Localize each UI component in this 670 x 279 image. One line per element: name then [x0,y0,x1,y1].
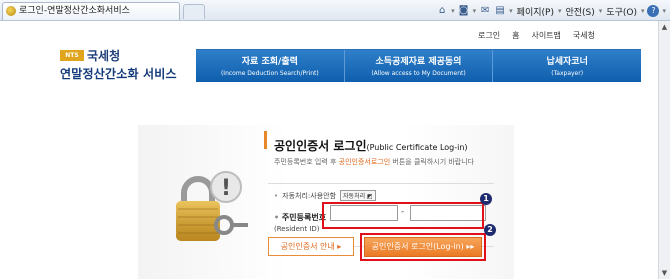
nav-item-sublabel: (Taxpayer) [551,70,584,77]
desc-text: 주민등록번호 입력 후 [274,158,339,166]
logo-service-name: 연말정산간소화 서비스 [60,67,177,81]
scroll-down-icon[interactable]: ▼ [659,267,670,279]
login-title-text: 공인인증서 로그인 [274,139,367,153]
page-content: 로그인 홈 사이트맵 국세청 NTS 국세청 연말정산간소화 서비스 자료 조회… [0,21,658,279]
tab-title: 로그인-연말정산간소화서비스 [19,6,130,16]
resident-id-label: • 주민등록번호 (Resident ID) [274,212,326,235]
nav-item-label: 자료 조회/출력 [241,57,298,67]
auto-process-button[interactable]: 자동처리 ◩ [340,190,376,201]
nav-item-label: 소득공제자료 제공동의 [375,57,462,67]
site-logo[interactable]: NTS 국세청 연말정산간소화 서비스 [60,47,177,82]
auto-process-label: 자동처리:사용안함 [282,191,337,200]
util-link-home[interactable]: 홈 [512,30,519,41]
help-icon[interactable]: ? [647,5,660,17]
site-favicon-icon [6,6,16,16]
browser-window: 로그인-연말정산간소화서비스 ⌂ ▾ ◙ ▾ ✉ ▤ ▾ 페이지(P) ▾ 안전(S) ▾… [0,0,670,279]
util-link-nts[interactable]: 국세청 [573,30,595,41]
svg-text:!: ! [221,176,231,201]
desc-text-end: 버튼을 클릭하시기 바랍니다 [390,158,475,166]
auto-process-button-label: 자동처리 [343,193,366,200]
nav-item-sublabel: (Income Deduction Search/Print) [220,70,319,77]
bullet-icon: • [274,213,280,222]
mail-icon[interactable]: ✉ [479,5,491,17]
vertical-scrollbar[interactable]: ▲ ▼ [658,21,670,279]
title-accent-bar [264,131,267,149]
login-description: 주민등록번호 입력 후 공인인증서로그인 버튼을 클릭하시기 바랍니다 [274,157,474,167]
nav-item-allow-access[interactable]: 소득공제자료 제공동의 (Allow access to My Document… [345,50,494,82]
nts-emblem-icon: NTS [60,50,84,61]
logo-org-name: 국세청 [87,49,121,63]
scroll-up-icon[interactable]: ▲ [659,21,670,33]
browser-toolbar: 로그인-연말정산간소화서비스 ⌂ ▾ ◙ ▾ ✉ ▤ ▾ 페이지(P) ▾ 안전(S) ▾… [0,0,670,21]
new-tab-button[interactable] [183,4,205,19]
main-navigation: 자료 조회/출력 (Income Deduction Search/Print)… [196,49,641,82]
home-icon[interactable]: ⌂ [436,5,448,17]
annotation-badge-2: 2 [484,224,496,236]
page-title: 공인인증서 로그인(Public Certificate Log-in) [274,137,468,154]
annotation-highlight-1 [322,202,484,229]
print-icon[interactable]: ▤ [494,5,506,17]
bullet-icon: • [274,191,279,200]
nav-item-sublabel: (Allow access to My Document) [371,70,466,77]
padlock-warning-icon: ! [176,171,248,241]
nav-item-income-deduction[interactable]: 자료 조회/출력 (Income Deduction Search/Print) [196,50,345,82]
util-link-sitemap[interactable]: 사이트맵 [531,30,560,41]
tools-menu[interactable]: 도구(O) [605,5,638,18]
page-menu[interactable]: 페이지(P) [516,5,555,18]
auto-process-row: • 자동처리:사용안함 자동처리 ◩ [274,190,376,201]
safety-menu[interactable]: 안전(S) [564,5,595,18]
nav-item-label: 납세자코너 [546,57,588,67]
feeds-icon[interactable]: ◙ [458,5,470,17]
nav-item-taxpayer[interactable]: 납세자코너 (Taxpayer) [493,50,641,82]
command-bar: ⌂ ▾ ◙ ▾ ✉ ▤ ▾ 페이지(P) ▾ 안전(S) ▾ 도구(O) ▾ ? ▾ [436,3,666,19]
browser-tab[interactable]: 로그인-연말정산간소화서비스 [2,2,180,20]
utility-links: 로그인 홈 사이트맵 국세청 [478,30,595,41]
resident-id-label-text: 주민등록번호 [281,213,327,222]
certificate-guide-button[interactable]: 공인인증서 안내 ▸ [268,237,354,256]
util-link-login[interactable]: 로그인 [478,30,500,41]
annotation-highlight-2 [360,233,486,261]
resident-id-label-en: (Resident ID) [274,225,320,233]
annotation-badge-1: 1 [480,193,492,205]
login-title-en: (Public Certificate Log-in) [366,143,468,152]
desc-highlight: 공인인증서로그인 [338,158,391,166]
